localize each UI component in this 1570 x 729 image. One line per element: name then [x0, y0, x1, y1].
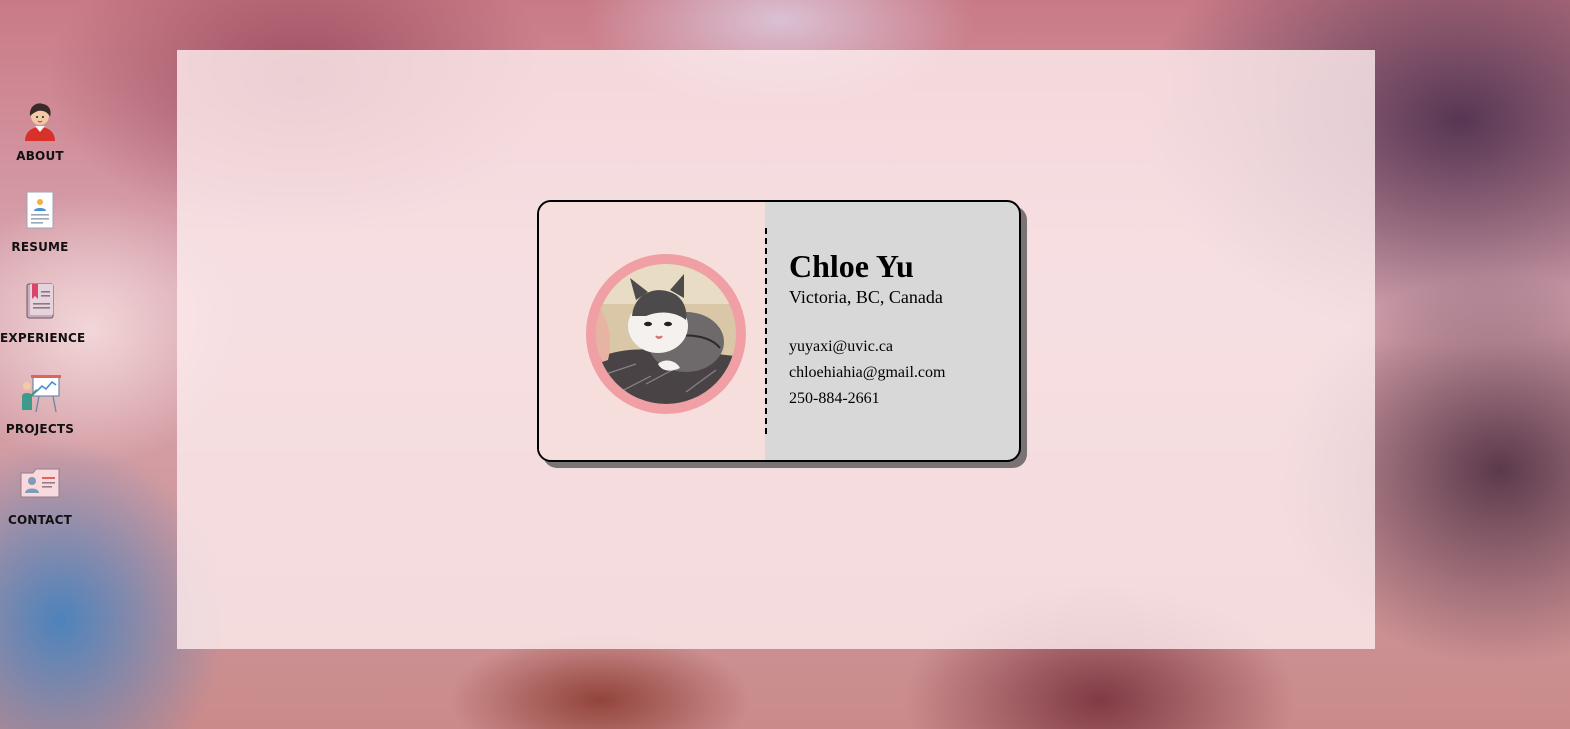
nav-item-experience[interactable]: EXPERIENCE: [0, 281, 86, 345]
business-card: Chloe Yu Victoria, BC, Canada yuyaxi@uvi…: [537, 200, 1021, 462]
nav-label-about: ABOUT: [16, 149, 64, 163]
bookmark-book-icon: [26, 283, 54, 319]
card-info-side: Chloe Yu Victoria, BC, Canada yuyaxi@uvi…: [789, 248, 1009, 412]
cat-photo: [596, 264, 736, 404]
presentation-board-icon: [22, 375, 61, 413]
nav-item-contact[interactable]: CONTACT: [0, 463, 80, 527]
nav-item-resume[interactable]: RESUME: [0, 190, 80, 254]
card-email-personal[interactable]: chloehiahia@gmail.com: [789, 360, 1009, 386]
cat-photo-illustration: [596, 264, 736, 404]
card-phone[interactable]: 250-884-2661: [789, 386, 1009, 412]
card-email-school[interactable]: yuyaxi@uvic.ca: [789, 334, 1009, 360]
resume-document-icon: [26, 191, 54, 229]
nav-item-about[interactable]: ABOUT: [0, 99, 80, 163]
person-avatar-icon: [25, 103, 55, 141]
card-name: Chloe Yu: [789, 248, 914, 284]
card-photo-side: [539, 202, 765, 460]
avatar-ring: [586, 254, 746, 414]
nav-label-experience: EXPERIENCE: [0, 331, 86, 345]
nav-label-contact: CONTACT: [8, 513, 72, 527]
card-divider: [765, 228, 767, 434]
nav-item-projects[interactable]: PROJECTS: [0, 372, 80, 436]
nav-label-resume: RESUME: [11, 240, 69, 254]
card-contact-list: yuyaxi@uvic.ca chloehiahia@gmail.com 250…: [789, 334, 1009, 412]
contact-card-icon: [20, 468, 60, 498]
card-location: Victoria, BC, Canada: [789, 287, 943, 307]
nav-label-projects: PROJECTS: [5, 422, 75, 436]
